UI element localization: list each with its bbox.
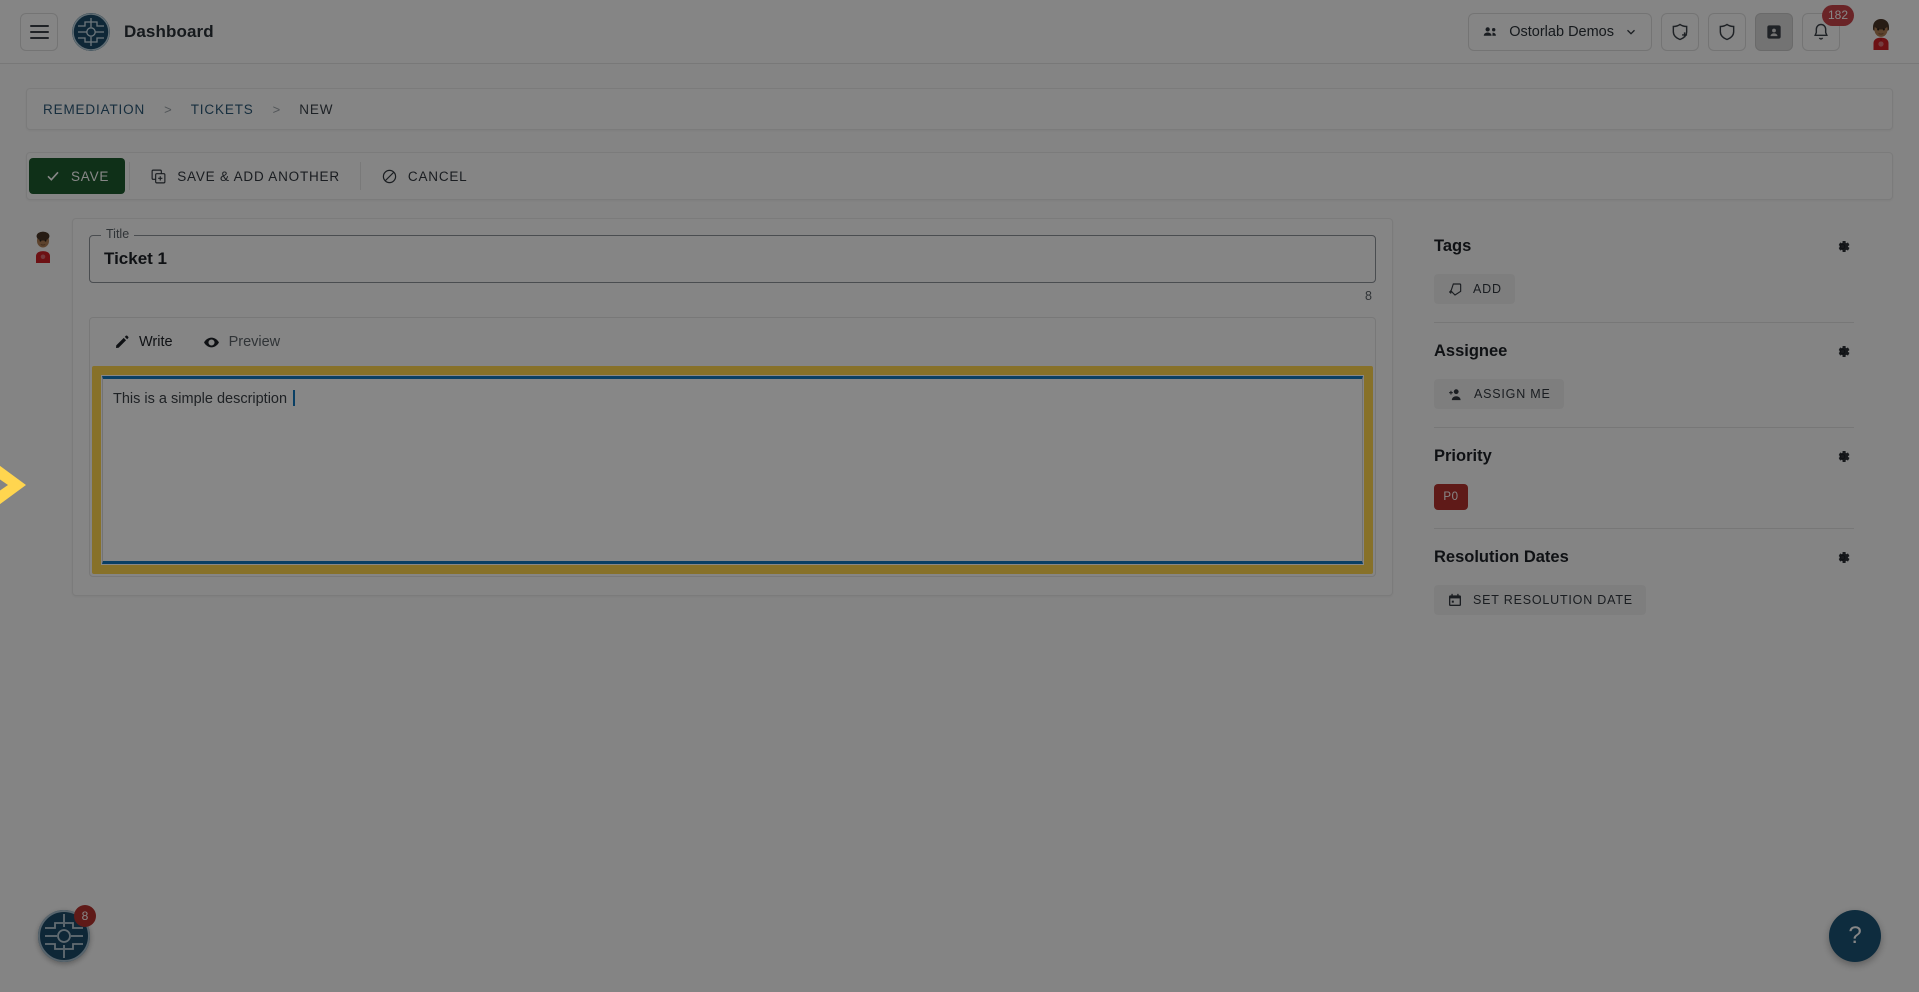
cancel-button[interactable]: CANCEL — [365, 158, 484, 194]
ticket-meta-sidebar: Tags ADD Assignee ASSIGN ME Priority P0 … — [1434, 218, 1854, 633]
save-and-add-another-label: SAVE & ADD ANOTHER — [177, 168, 340, 184]
ostorlab-circuit-logo-icon[interactable] — [72, 12, 110, 51]
save-button[interactable]: SAVE — [29, 158, 126, 194]
sidebar-section-resolution-dates: Resolution Dates SET RESOLUTION DATE — [1434, 529, 1854, 633]
chevron-down-icon — [1624, 25, 1638, 39]
security-shield-button[interactable] — [1708, 12, 1746, 51]
user-avatar[interactable] — [1863, 14, 1899, 50]
tags-gear-icon[interactable] — [1830, 234, 1854, 258]
pencil-icon — [114, 334, 130, 350]
cancel-button-label: CANCEL — [407, 168, 468, 184]
scan-add-button[interactable] — [1661, 12, 1699, 51]
title-field-legend: Title — [101, 227, 135, 241]
tab-preview[interactable]: Preview — [191, 328, 293, 357]
ticket-form-card: Title 8 Write — [72, 218, 1393, 596]
resolution-dates-gear-icon[interactable] — [1830, 545, 1854, 569]
title-input[interactable] — [104, 249, 1361, 269]
sidebar-section-header: Assignee — [1434, 339, 1854, 363]
org-selector[interactable]: Ostorlab Demos — [1468, 12, 1652, 51]
save-button-label: SAVE — [71, 168, 110, 184]
hamburger-bar — [29, 24, 49, 27]
help-button[interactable]: ? — [1829, 910, 1881, 962]
sidebar-section-assignee: Assignee ASSIGN ME — [1434, 323, 1854, 428]
description-highlight-annotation: This is a simple description — [92, 366, 1373, 574]
add-tag-label: ADD — [1473, 282, 1502, 296]
floating-logo-badge: 8 — [74, 905, 96, 927]
tab-write-label: Write — [139, 334, 173, 350]
toolbar-divider — [129, 162, 131, 190]
form-action-toolbar: SAVE SAVE & ADD ANOTHER CANCEL — [26, 152, 1893, 200]
breadcrumb-separator: > — [272, 101, 281, 117]
hamburger-bar — [29, 36, 49, 39]
ticket-form-area: Title 8 Write — [26, 218, 1393, 596]
breadcrumb-item-remediation[interactable]: REMEDIATION — [43, 102, 145, 117]
text-caret — [293, 390, 295, 406]
eye-icon — [203, 334, 220, 351]
priority-chip[interactable]: P0 — [1434, 484, 1468, 510]
toolbar-divider — [359, 162, 361, 190]
block-circle-slash-icon — [381, 168, 398, 185]
assign-me-label: ASSIGN ME — [1474, 387, 1551, 401]
form-author-avatar — [26, 226, 60, 264]
sidebar-section-priority: Priority P0 — [1434, 428, 1854, 529]
priority-gear-icon[interactable] — [1830, 444, 1854, 468]
description-editor: Write Preview This is a simple descripti… — [89, 317, 1376, 577]
priority-title: Priority — [1434, 446, 1492, 465]
assignee-gear-icon[interactable] — [1830, 339, 1854, 363]
assignee-title: Assignee — [1434, 341, 1508, 360]
copy-plus-icon — [150, 168, 167, 185]
breadcrumb-item-new: NEW — [299, 101, 334, 117]
description-text: This is a simple description — [113, 391, 292, 407]
sidebar-section-header: Resolution Dates — [1434, 545, 1854, 569]
annotation-arrow-icon — [0, 452, 42, 518]
header-actions: Ostorlab Demos 182 — [1468, 4, 1899, 51]
hamburger-menu-icon[interactable] — [20, 12, 58, 51]
tab-write[interactable]: Write — [102, 328, 185, 356]
notification-count-badge: 182 — [1821, 4, 1854, 26]
contact-card-button[interactable] — [1755, 12, 1793, 51]
title-char-counter: 8 — [1365, 289, 1372, 303]
assign-me-button[interactable]: ASSIGN ME — [1434, 379, 1564, 409]
person-plus-icon — [1447, 386, 1464, 403]
tab-preview-label: Preview — [228, 334, 281, 350]
notifications-button[interactable]: 182 — [1802, 4, 1854, 51]
sidebar-section-tags: Tags ADD — [1434, 218, 1854, 323]
calendar-icon — [1447, 592, 1463, 608]
check-icon — [45, 168, 61, 184]
editor-tab-bar: Write Preview — [90, 318, 1375, 366]
set-resolution-date-label: SET RESOLUTION DATE — [1473, 593, 1633, 607]
sidebar-section-header: Tags — [1434, 234, 1854, 258]
app-header: Dashboard Ostorlab Demos 182 — [0, 0, 1919, 64]
ostorlab-floating-logo[interactable]: 8 — [38, 905, 96, 962]
group-people-icon — [1482, 23, 1499, 40]
resolution-dates-title: Resolution Dates — [1434, 547, 1569, 566]
tag-plus-icon — [1447, 281, 1463, 297]
tags-title: Tags — [1434, 236, 1472, 255]
org-selector-label: Ostorlab Demos — [1509, 23, 1614, 40]
app-root: Dashboard Ostorlab Demos 182 REMEDIATION… — [0, 0, 1919, 992]
title-field-wrapper: Title — [89, 227, 1376, 283]
breadcrumb-separator: > — [164, 101, 172, 117]
save-and-add-another-button[interactable]: SAVE & ADD ANOTHER — [134, 158, 356, 194]
page-title: Dashboard — [124, 21, 214, 41]
breadcrumb: REMEDIATION > TICKETS > NEW — [26, 88, 1893, 130]
hamburger-bar — [29, 30, 49, 33]
set-resolution-date-button[interactable]: SET RESOLUTION DATE — [1434, 585, 1646, 615]
description-textarea[interactable]: This is a simple description — [102, 376, 1363, 564]
add-tag-button[interactable]: ADD — [1434, 274, 1515, 304]
sidebar-section-header: Priority — [1434, 444, 1854, 468]
breadcrumb-item-tickets[interactable]: TICKETS — [191, 102, 254, 117]
